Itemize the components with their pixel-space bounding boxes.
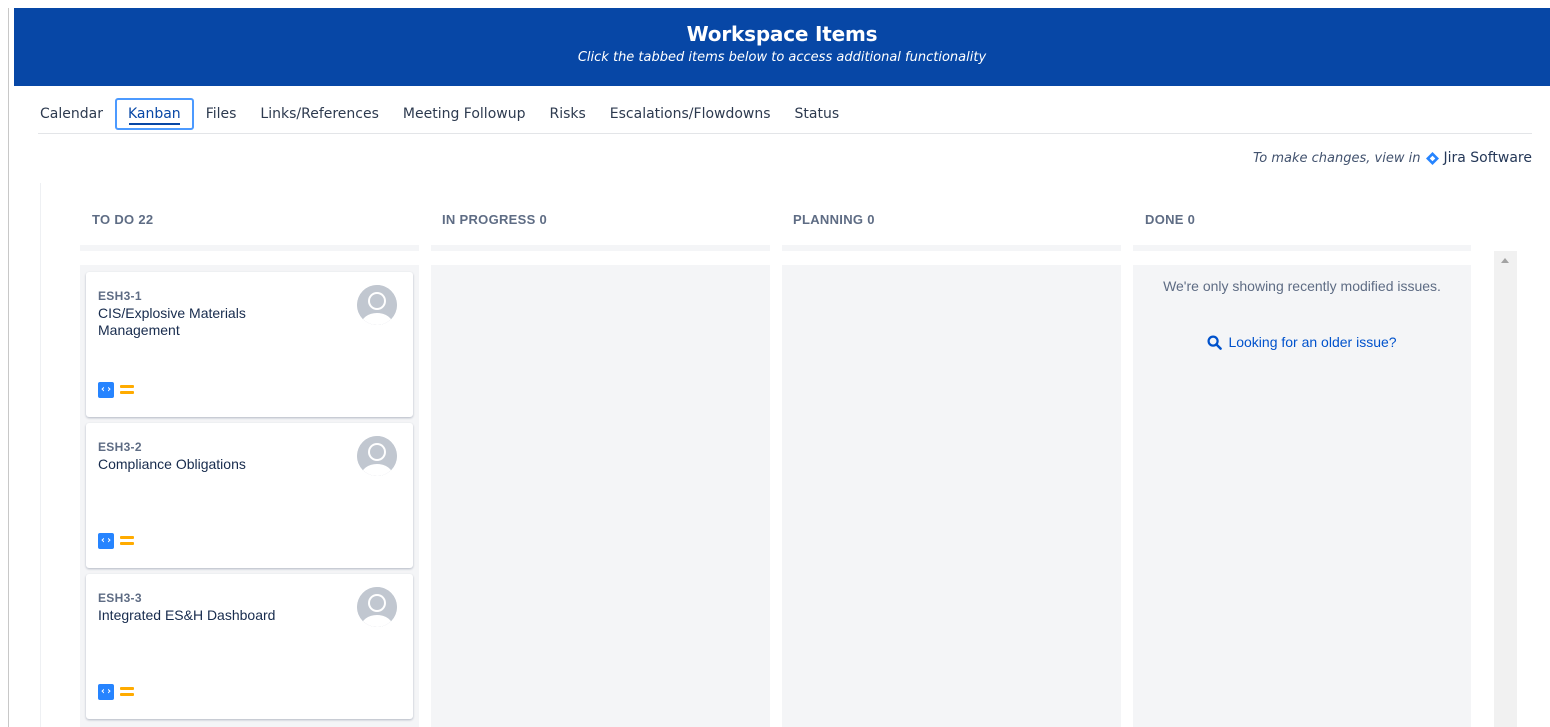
jira-product-name: Jira Software <box>1443 150 1532 166</box>
column-header-bar <box>782 245 1121 251</box>
issue-title: Integrated ES&H Dashboard <box>98 607 276 623</box>
task-code-icon: ‹› <box>98 382 114 398</box>
avatar-icon <box>357 285 397 325</box>
issue-card[interactable]: ESH3-3 Integrated ES&H Dashboard ‹› <box>86 574 413 719</box>
tab-bar: Calendar Kanban Files Links/References M… <box>38 94 1532 134</box>
column-header-in-progress: IN PROGRESS 0 <box>442 212 548 227</box>
avatar-icon <box>357 587 397 627</box>
medium-priority-icon <box>120 384 134 396</box>
issue-key: ESH3-3 <box>98 591 142 605</box>
medium-priority-icon <box>120 686 134 698</box>
app-frame: Workspace Items Click the tabbed items b… <box>0 0 1550 727</box>
column-header-planning: PLANNING 0 <box>793 212 875 227</box>
tab-status[interactable]: Status <box>783 99 852 129</box>
issue-card[interactable]: ESH3-1 CIS/Explosive Materials Managemen… <box>86 272 413 417</box>
older-issue-link-label: Looking for an older issue? <box>1228 334 1397 350</box>
column-header-bar <box>431 245 770 251</box>
tab-risks[interactable]: Risks <box>537 99 597 129</box>
tab-escalations-flowdowns[interactable]: Escalations/Flowdowns <box>598 99 783 129</box>
search-icon <box>1207 334 1223 350</box>
issue-card[interactable]: ESH3-2 Compliance Obligations ‹› <box>86 423 413 568</box>
board-scrollbar[interactable] <box>1494 251 1517 727</box>
tab-kanban[interactable]: Kanban <box>114 97 194 130</box>
issue-title: Compliance Obligations <box>98 456 246 472</box>
jira-prompt: To make changes, view in <box>1252 150 1421 166</box>
avatar-icon <box>357 436 397 476</box>
tab-files[interactable]: Files <box>194 99 249 129</box>
scroll-up-icon[interactable] <box>1501 258 1509 263</box>
column-header-bar <box>80 245 419 251</box>
tab-calendar[interactable]: Calendar <box>38 99 115 129</box>
banner-subtitle: Click the tabbed items below to access a… <box>577 50 987 65</box>
column-header-done: DONE 0 <box>1145 212 1196 227</box>
left-border <box>8 8 9 727</box>
task-code-icon: ‹› <box>98 684 114 700</box>
column-in-progress <box>431 265 770 727</box>
workspace-banner: Workspace Items Click the tabbed items b… <box>14 8 1550 86</box>
task-code-icon: ‹› <box>98 533 114 549</box>
column-planning <box>782 265 1121 727</box>
banner-title: Workspace Items <box>686 22 878 46</box>
column-header-to-do: TO DO 22 <box>92 212 154 227</box>
tab-links-references[interactable]: Links/References <box>248 99 390 129</box>
jira-diamond-icon <box>1426 151 1440 165</box>
column-header-bar <box>1133 245 1471 251</box>
done-empty-message: We're only showing recently modified iss… <box>1163 278 1441 294</box>
issue-key: ESH3-1 <box>98 289 142 303</box>
view-in-jira-link[interactable]: To make changes, view in Jira Software <box>1253 150 1532 166</box>
issue-title: CIS/Explosive Materials Management <box>98 305 246 338</box>
issue-key: ESH3-2 <box>98 440 142 454</box>
older-issue-link[interactable]: Looking for an older issue? <box>1133 334 1471 350</box>
tab-meeting-followup[interactable]: Meeting Followup <box>391 99 538 129</box>
medium-priority-icon <box>120 535 134 547</box>
